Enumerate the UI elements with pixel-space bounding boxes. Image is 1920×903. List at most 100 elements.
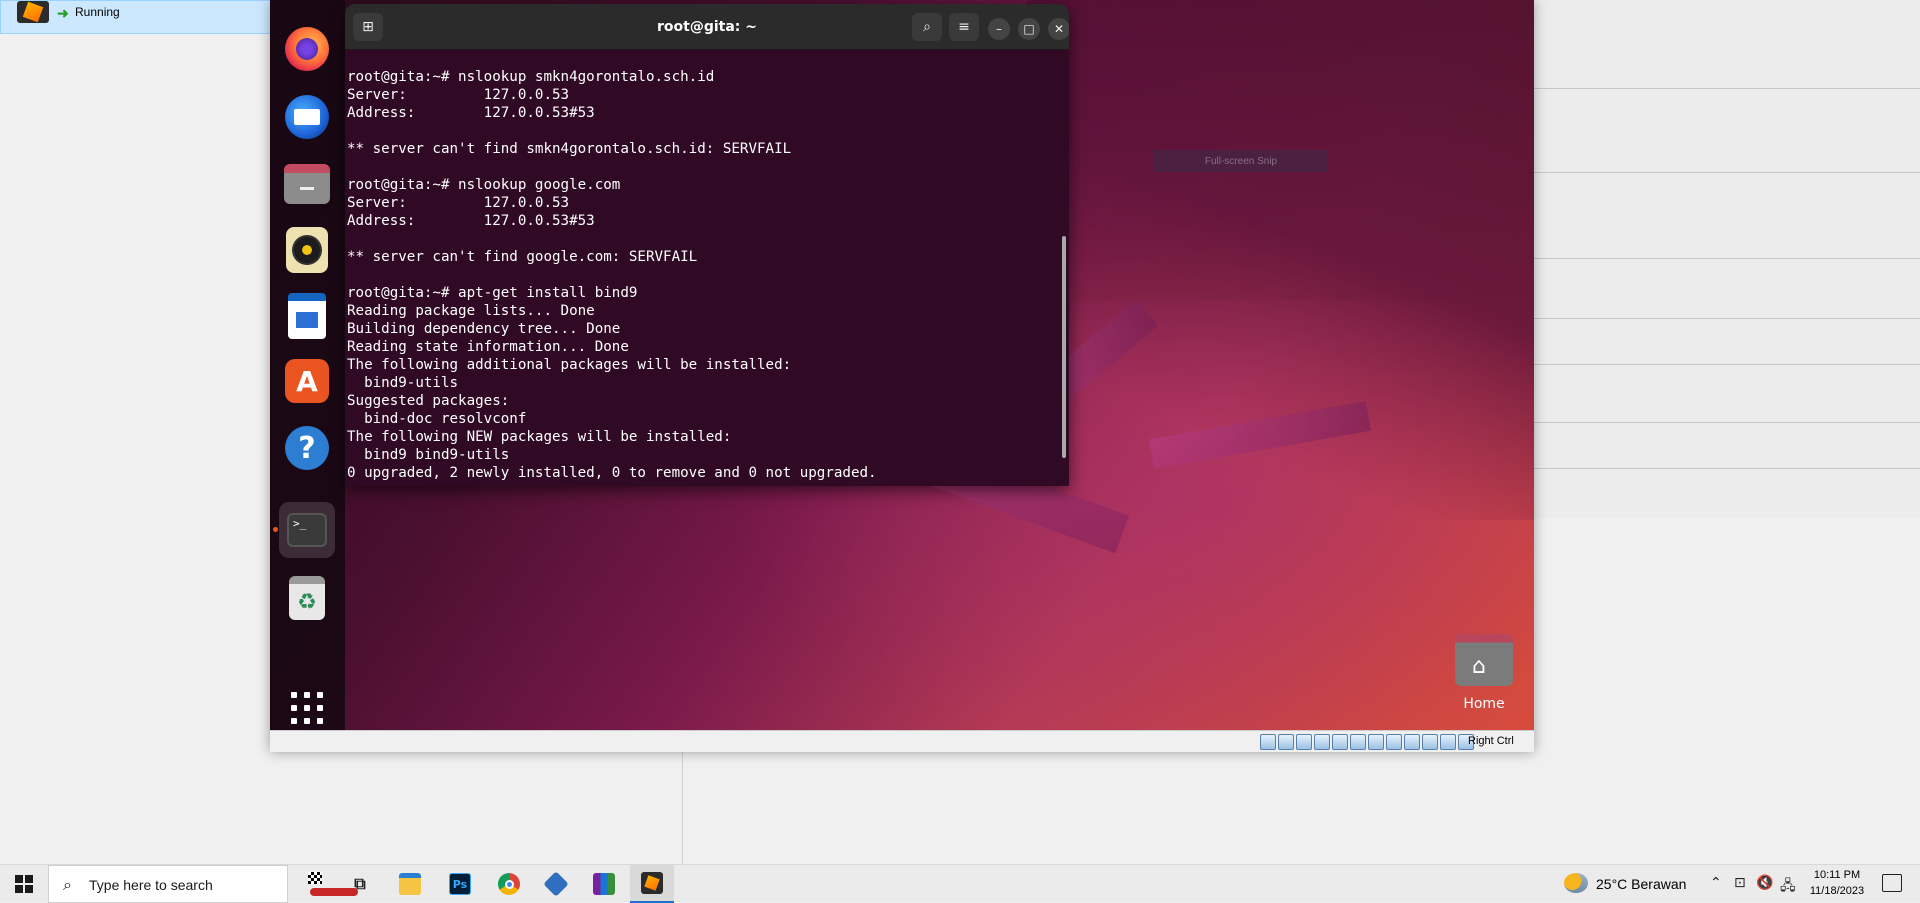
taskbar-chrome[interactable] bbox=[487, 865, 531, 903]
dock-files[interactable] bbox=[279, 156, 335, 212]
dock-thunderbird[interactable] bbox=[279, 89, 335, 145]
maximize-icon: □ bbox=[1023, 22, 1035, 36]
terminal-line: Building dependency tree... Done bbox=[347, 321, 621, 337]
dock-firefox[interactable] bbox=[279, 21, 335, 77]
taskbar-search-box[interactable]: ⌕ Type here to search bbox=[48, 865, 358, 903]
dock-app-center[interactable]: A bbox=[279, 353, 335, 409]
dock-help[interactable]: ? bbox=[279, 420, 335, 476]
rhythmbox-icon bbox=[286, 227, 328, 273]
guest-additions-icon[interactable] bbox=[1422, 734, 1438, 750]
maximize-button[interactable]: □ bbox=[1018, 18, 1040, 40]
details-divider bbox=[1530, 172, 1920, 173]
terminal-line: Address: 127.0.0.53#53 bbox=[347, 213, 595, 229]
minimize-button[interactable]: – bbox=[988, 18, 1010, 40]
vt-x-icon[interactable] bbox=[1404, 734, 1420, 750]
taskbar-photoshop[interactable]: Ps bbox=[438, 865, 482, 903]
terminal-line: Server: 127.0.0.53 bbox=[347, 195, 570, 211]
home-folder-icon[interactable]: ⌂ bbox=[1455, 634, 1513, 686]
terminal-line: Reading package lists... Done bbox=[347, 303, 595, 319]
terminal-line: Address: 127.0.0.53#53 bbox=[347, 105, 595, 121]
audio-icon[interactable] bbox=[1296, 734, 1312, 750]
terminal-line: Reading state information... Done bbox=[347, 339, 629, 355]
terminal-line: ** server can't find smkn4gorontalo.sch.… bbox=[347, 141, 792, 157]
terminal-line: The following NEW packages will be insta… bbox=[347, 429, 732, 445]
terminal-scrollbar[interactable] bbox=[1062, 236, 1066, 458]
photoshop-icon: Ps bbox=[449, 873, 471, 895]
vm-statusbar: Right Ctrl bbox=[270, 730, 1534, 752]
details-divider bbox=[1530, 88, 1920, 89]
shared-folders-icon[interactable] bbox=[1350, 734, 1366, 750]
vm-window[interactable]: A ? >_ ♻ ⊞ root@gita: ~ ⌕ ≡ – □ ✕ root@g… bbox=[270, 0, 1534, 752]
terminal-output[interactable]: root@gita:~# nslookup smkn4gorontalo.sch… bbox=[345, 68, 1055, 486]
display-icon[interactable] bbox=[1368, 734, 1384, 750]
mouse-integration-icon[interactable] bbox=[1440, 734, 1456, 750]
terminal-line: root@gita:~# nslookup smkn4gorontalo.sch… bbox=[347, 69, 715, 85]
ubuntu-desktop[interactable]: A ? >_ ♻ ⊞ root@gita: ~ ⌕ ≡ – □ ✕ root@g… bbox=[270, 0, 1534, 730]
vm-status-text: Running bbox=[75, 5, 120, 19]
terminal-line: bind9 bind9-utils bbox=[347, 447, 510, 463]
hamburger-menu-icon: ≡ bbox=[958, 19, 970, 35]
snip-overlay: Full-screen Snip bbox=[1154, 150, 1328, 172]
taskbar-file-explorer[interactable] bbox=[388, 865, 432, 903]
speaker-muted-icon[interactable]: 🔇 bbox=[1756, 875, 1773, 891]
firefox-icon bbox=[285, 27, 329, 71]
terminal-icon: >_ bbox=[287, 513, 327, 547]
dock-writer[interactable] bbox=[279, 288, 335, 344]
clock-date[interactable]: 11/18/2023 bbox=[1802, 885, 1872, 897]
details-divider bbox=[1530, 364, 1920, 365]
network-icon[interactable]: 🖧 bbox=[1780, 875, 1796, 899]
terminal-search-button[interactable]: ⌕ bbox=[912, 13, 942, 41]
minimize-icon: – bbox=[996, 22, 1002, 36]
wallpaper-shard bbox=[1149, 401, 1371, 469]
file-explorer-icon bbox=[399, 873, 421, 895]
terminal-line: ** server can't find google.com: SERVFAI… bbox=[347, 249, 698, 265]
dock-trash[interactable]: ♻ bbox=[279, 570, 335, 626]
close-button[interactable]: ✕ bbox=[1048, 18, 1069, 40]
windows-logo-icon bbox=[15, 875, 33, 893]
camera-icon[interactable]: ⊡ bbox=[1734, 875, 1746, 891]
winrar-icon bbox=[593, 873, 615, 895]
terminal-line: Suggested packages: bbox=[347, 393, 510, 409]
vm-device-icons bbox=[1260, 734, 1474, 750]
hard-disk-icon[interactable] bbox=[1260, 734, 1276, 750]
taskbar-virtualbox-vm[interactable] bbox=[630, 865, 674, 903]
dock-rhythmbox[interactable] bbox=[279, 222, 335, 278]
taskbar-winrar[interactable] bbox=[582, 865, 626, 903]
terminal-menu-button[interactable]: ≡ bbox=[949, 13, 979, 41]
terminal-line: root@gita:~# nslookup google.com bbox=[347, 177, 621, 193]
show-apps-button[interactable] bbox=[279, 680, 335, 730]
vm-list-item[interactable]: ➜ Running bbox=[0, 0, 272, 34]
app-center-icon: A bbox=[285, 359, 329, 403]
taskbar-virtualbox[interactable] bbox=[534, 865, 578, 903]
terminal-line: bind9-utils bbox=[347, 375, 459, 391]
terminal-header[interactable]: ⊞ root@gita: ~ ⌕ ≡ – □ ✕ bbox=[345, 4, 1069, 50]
running-arrow-icon: ➜ bbox=[57, 5, 69, 21]
thunderbird-icon bbox=[285, 95, 329, 139]
task-view-button[interactable]: ⧉ bbox=[338, 865, 382, 903]
notification-center-icon[interactable] bbox=[1882, 874, 1902, 892]
recording-icon[interactable] bbox=[1386, 734, 1402, 750]
weather-text[interactable]: 25°C Berawan bbox=[1596, 876, 1686, 892]
search-icon: ⌕ bbox=[923, 19, 931, 35]
terminal-line: 0 upgraded, 2 newly installed, 0 to remo… bbox=[347, 465, 877, 481]
host-key-label: Right Ctrl bbox=[1468, 735, 1514, 747]
chevron-up-icon[interactable]: ⌃ bbox=[1710, 875, 1722, 891]
weather-icon[interactable] bbox=[1564, 873, 1588, 893]
files-icon bbox=[284, 164, 330, 204]
ubuntu-dock: A ? >_ ♻ bbox=[270, 0, 345, 730]
start-button[interactable] bbox=[0, 865, 48, 903]
optical-drive-icon[interactable] bbox=[1278, 734, 1294, 750]
show-apps-icon bbox=[291, 692, 323, 724]
writer-icon bbox=[288, 293, 326, 339]
dock-terminal[interactable]: >_ bbox=[279, 502, 335, 558]
clock-time[interactable]: 10:11 PM bbox=[1802, 869, 1872, 881]
terminal-window[interactable]: ⊞ root@gita: ~ ⌕ ≡ – □ ✕ root@gita:~# ns… bbox=[345, 4, 1069, 486]
terminal-line: Server: 127.0.0.53 bbox=[347, 87, 570, 103]
usb-icon[interactable] bbox=[1332, 734, 1348, 750]
network-icon[interactable] bbox=[1314, 734, 1330, 750]
search-placeholder: Type here to search bbox=[89, 877, 213, 893]
running-indicator bbox=[273, 527, 278, 532]
virtualbox-icon bbox=[543, 871, 569, 897]
